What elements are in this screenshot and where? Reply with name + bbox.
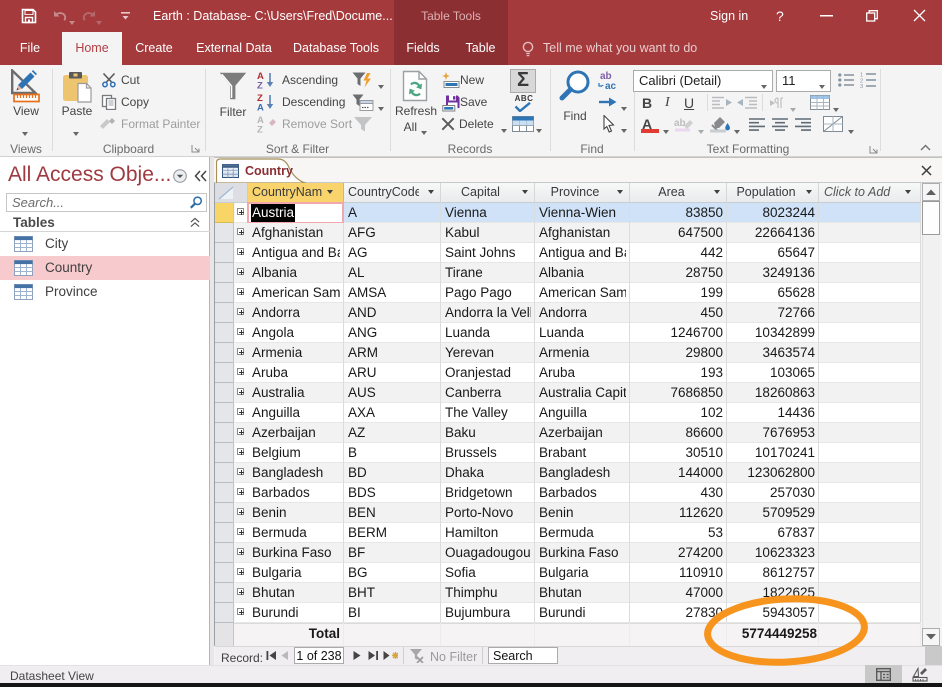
svg-text:ac: ac: [605, 81, 617, 90]
svg-text:Z: Z: [257, 81, 263, 90]
svg-text:Z: Z: [257, 125, 263, 134]
svg-text:ab: ab: [674, 118, 686, 129]
svg-text:3: 3: [860, 84, 863, 88]
svg-text:A: A: [257, 103, 264, 112]
